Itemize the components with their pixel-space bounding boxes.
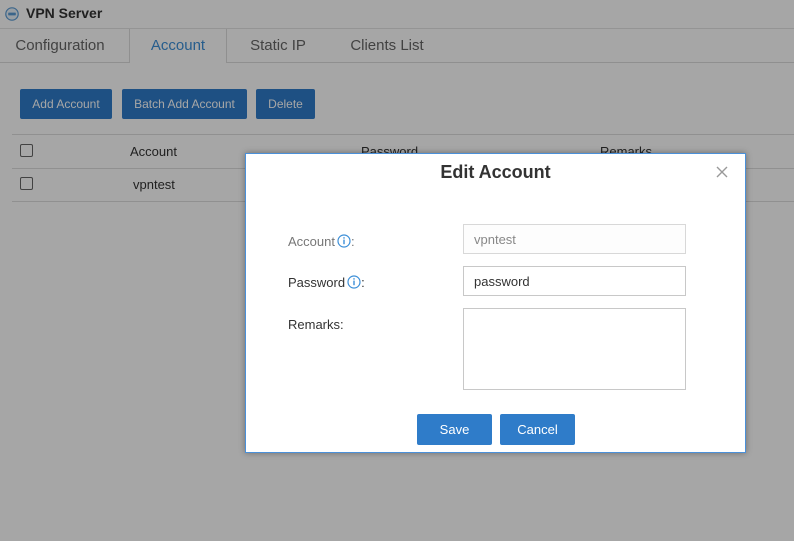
info-icon[interactable] (337, 234, 351, 248)
remarks-label: Remarks: (288, 317, 344, 332)
account-label-colon: : (350, 234, 355, 249)
save-button[interactable]: Save (417, 414, 492, 445)
password-field[interactable] (463, 266, 686, 296)
edit-account-dialog: Edit Account Account: Password: Remarks:… (245, 153, 746, 453)
dialog-title: Edit Account (440, 162, 551, 182)
account-label-text: Account (288, 234, 335, 249)
password-label: Password: (288, 275, 365, 290)
password-label-colon: : (361, 275, 365, 290)
info-icon[interactable] (347, 275, 361, 289)
remarks-field[interactable] (463, 308, 686, 390)
cancel-button[interactable]: Cancel (500, 414, 575, 445)
password-label-text: Password (288, 275, 346, 290)
account-field[interactable] (463, 224, 686, 254)
account-label: Account: (288, 234, 355, 249)
close-icon[interactable] (714, 164, 730, 180)
